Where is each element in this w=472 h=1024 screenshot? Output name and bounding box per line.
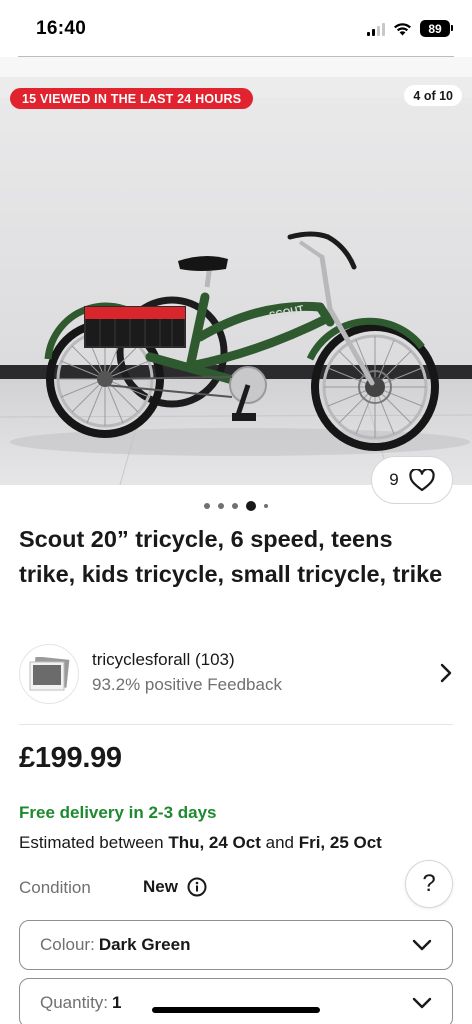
cellular-signal-icon xyxy=(367,22,385,36)
seller-name[interactable]: tricyclesforall (103) xyxy=(92,650,235,670)
viewed-badge: 15 VIEWED IN THE LAST 24 HOURS xyxy=(10,88,254,109)
pagination-dot[interactable] xyxy=(204,503,210,509)
watch-button[interactable]: 9 xyxy=(371,456,453,504)
wifi-icon xyxy=(394,22,411,35)
info-icon[interactable] xyxy=(187,877,207,897)
help-button[interactable]: ? xyxy=(405,860,453,908)
quantity-label: Quantity: xyxy=(40,993,109,1012)
colour-label: Colour: xyxy=(40,935,95,954)
estimate-prefix: Estimated between xyxy=(19,833,169,852)
quantity-select[interactable]: Quantity: 1 xyxy=(19,978,453,1024)
chevron-down-icon xyxy=(412,939,432,951)
status-icons: 89 xyxy=(367,20,453,37)
watch-count: 9 xyxy=(389,470,399,489)
status-time: 16:40 xyxy=(36,18,87,39)
colour-select[interactable]: Colour: Dark Green xyxy=(19,920,453,970)
section-divider xyxy=(19,724,453,725)
battery-icon: 89 xyxy=(420,20,453,37)
condition-label: Condition xyxy=(19,878,91,897)
condition-value-group: New xyxy=(143,877,207,897)
seller-feedback: 93.2% positive Feedback xyxy=(92,675,282,694)
image-counter: 4 of 10 xyxy=(404,85,462,106)
colour-value: Dark Green xyxy=(98,935,191,954)
gallery-top-gap xyxy=(0,57,472,77)
pagination-dot[interactable] xyxy=(246,501,256,511)
listing-title: Scout 20” tricycle, 6 speed, teens trike… xyxy=(19,526,443,587)
heart-icon xyxy=(409,468,435,491)
condition-value: New xyxy=(143,877,178,896)
estimate-to: Fri, 25 Oct xyxy=(298,833,382,852)
chevron-down-icon xyxy=(412,997,432,1009)
quantity-value: 1 xyxy=(112,993,122,1012)
delivery-headline: Free delivery in 2-3 days xyxy=(19,803,217,822)
chevron-right-icon[interactable] xyxy=(439,662,453,684)
tricycle-photo[interactable]: SCOUT xyxy=(0,97,472,485)
price: £199.99 xyxy=(19,742,122,774)
pagination-dot[interactable] xyxy=(232,503,238,509)
seller-photo-icon xyxy=(19,644,79,704)
pagination-dot[interactable] xyxy=(218,503,224,509)
estimate-from: Thu, 24 Oct xyxy=(168,833,261,852)
delivery-estimate: Estimated between Thu, 24 Oct and Fri, 2… xyxy=(19,833,382,853)
status-bar: 16:40 89 xyxy=(0,0,472,58)
home-indicator[interactable] xyxy=(152,1007,320,1013)
seller-card[interactable]: tricyclesforall (103) 93.2% positive Fee… xyxy=(19,644,453,708)
estimate-mid: and xyxy=(260,833,299,852)
pagination-dot[interactable] xyxy=(264,504,268,508)
image-gallery[interactable]: 15 VIEWED IN THE LAST 24 HOURS 4 of 10 S… xyxy=(0,77,472,485)
